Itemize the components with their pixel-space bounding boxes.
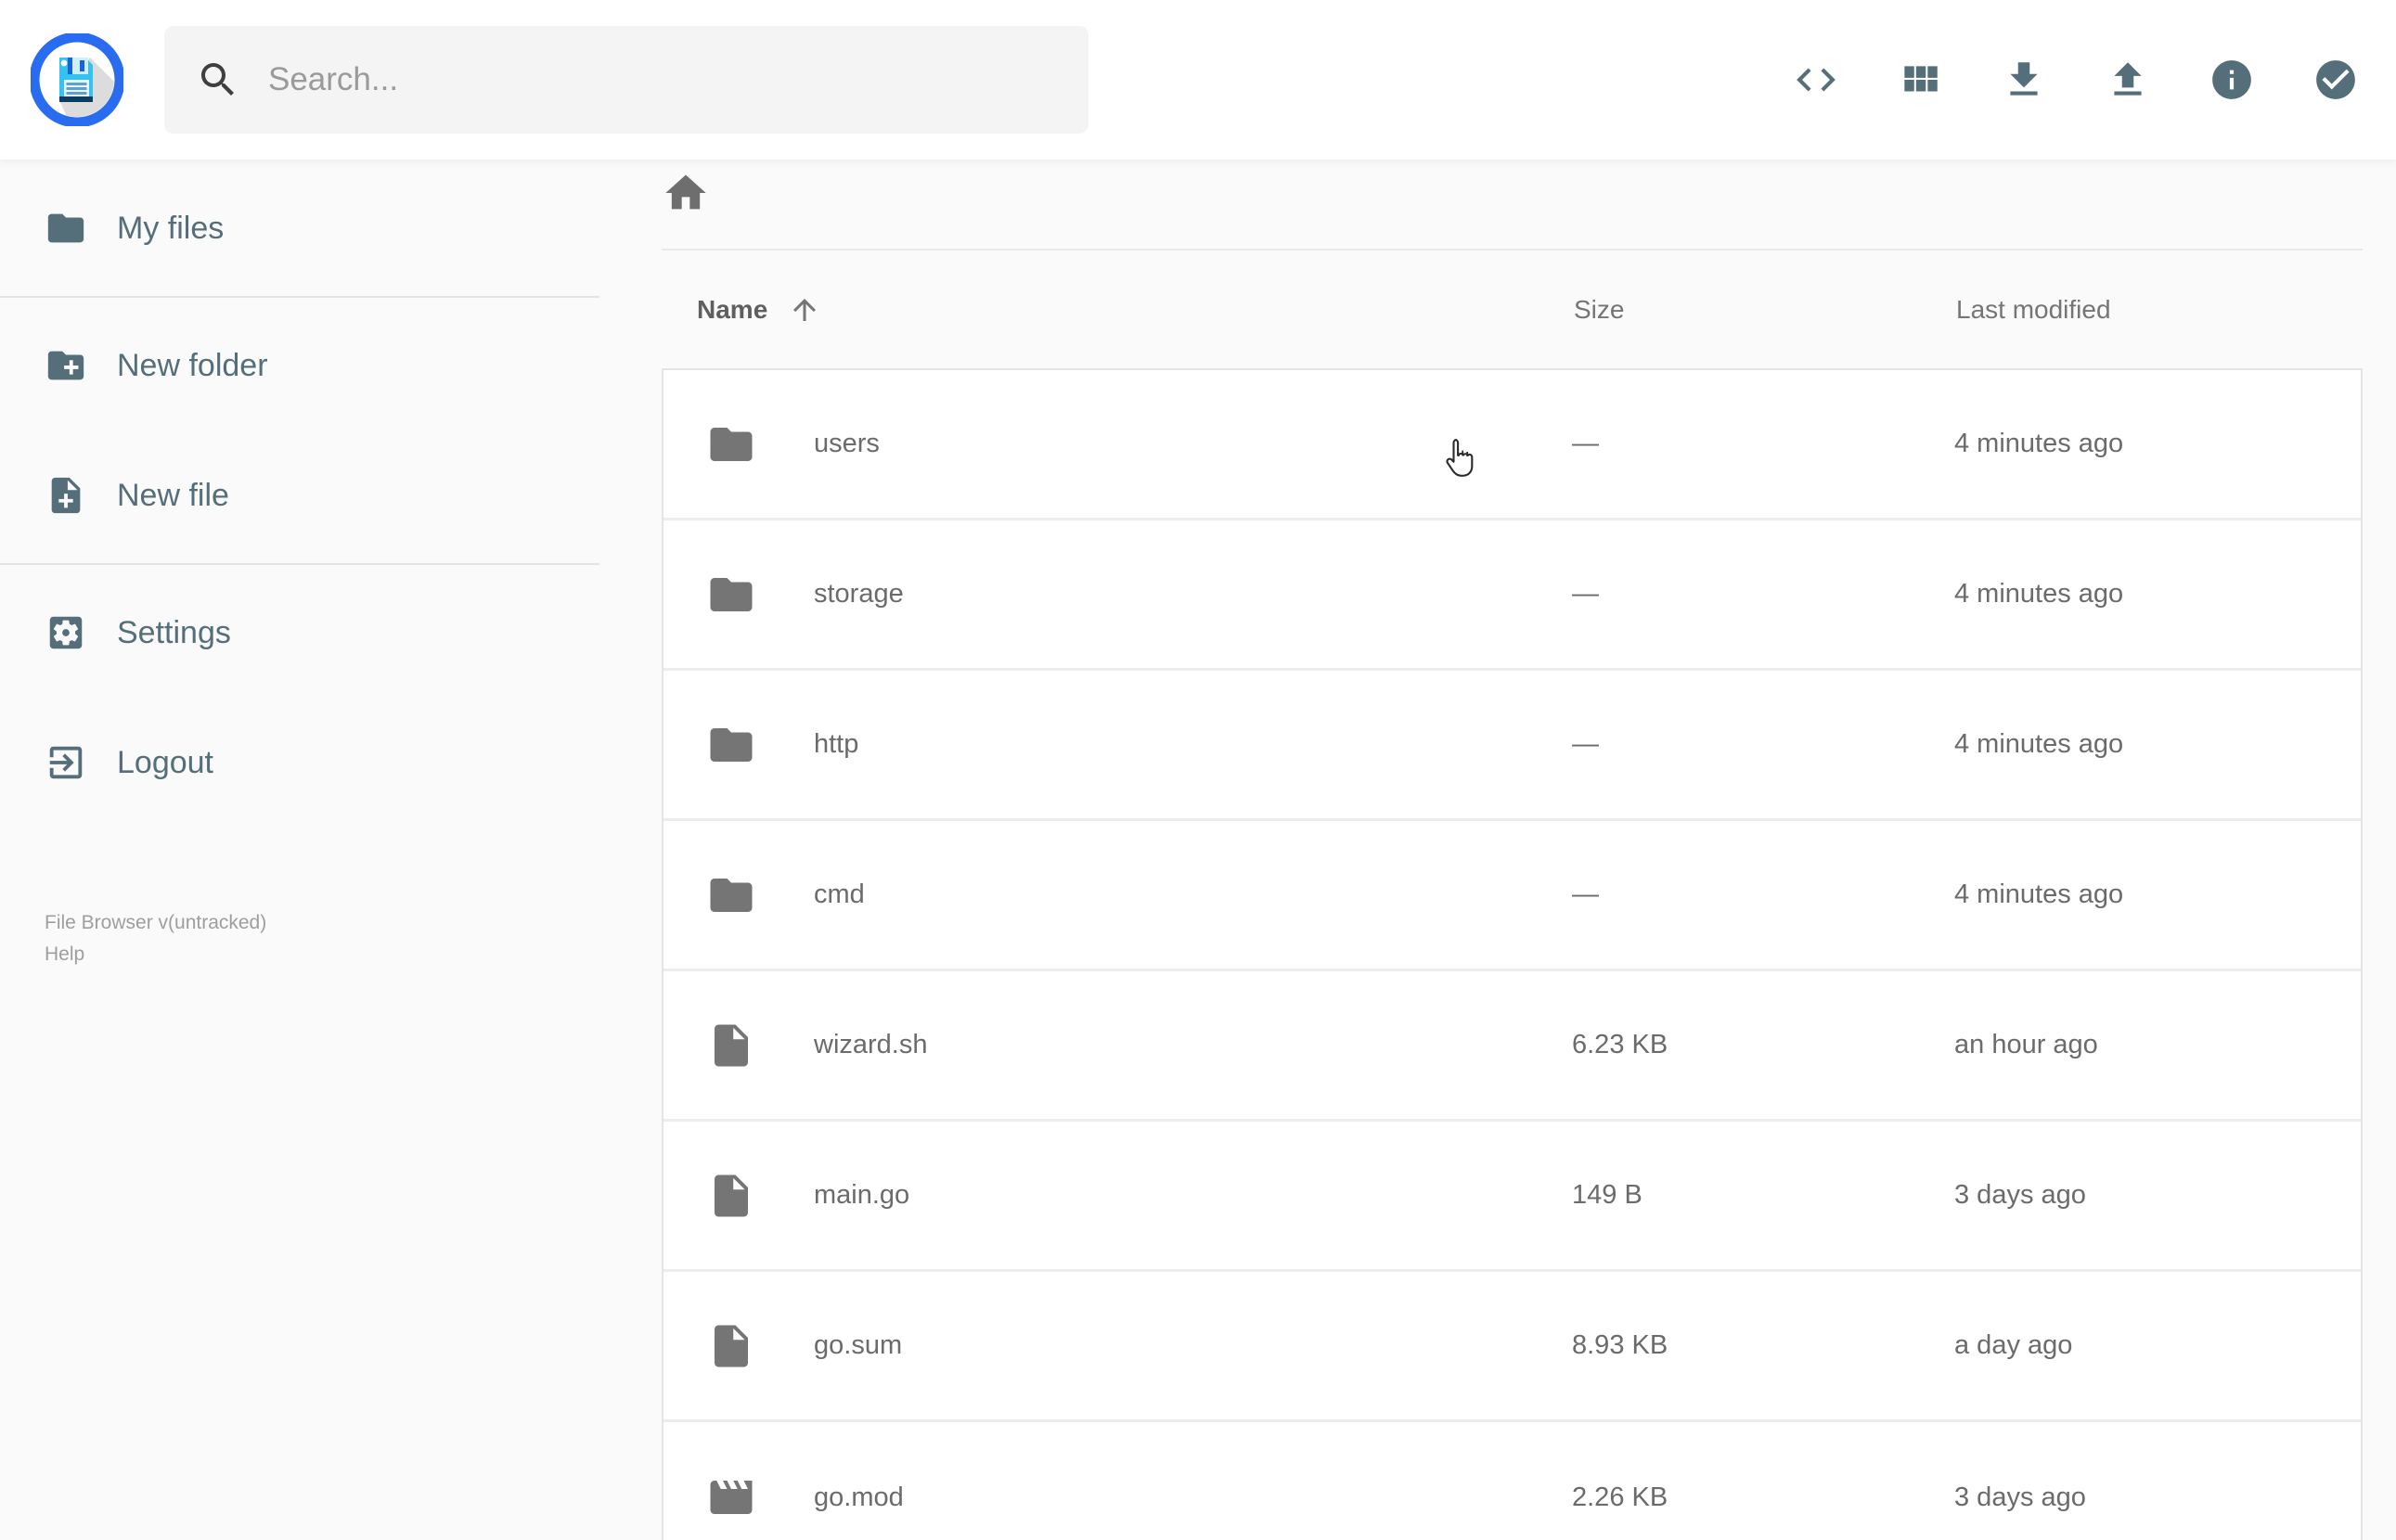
file-row[interactable]: cmd — 4 minutes ago <box>663 821 2361 971</box>
file-size: 8.93 KB <box>1572 1330 1668 1360</box>
file-row[interactable]: wizard.sh 6.23 KB an hour ago <box>663 971 2361 1122</box>
breadcrumb <box>662 160 2363 250</box>
column-header-modified[interactable]: Last modified <box>1951 295 2363 325</box>
file-row[interactable]: http — 4 minutes ago <box>663 671 2361 821</box>
search-icon <box>201 63 234 96</box>
sidebar-item-logout[interactable]: Logout <box>0 698 609 828</box>
download-icon <box>2010 62 2038 96</box>
search-input[interactable]: Search... <box>164 26 1089 134</box>
select-multiple-button[interactable] <box>2311 55 2361 105</box>
file-icon <box>715 1024 748 1066</box>
file-modified: 4 minutes ago <box>1954 429 2124 458</box>
search-placeholder: Search... <box>268 61 399 97</box>
folder-icon <box>710 577 753 611</box>
code-button[interactable] <box>1791 55 1841 105</box>
sidebar-divider <box>0 296 599 298</box>
file-name: wizard.sh <box>814 1030 928 1059</box>
file-modified: 4 minutes ago <box>1954 579 2124 609</box>
check-circle-icon <box>2316 60 2355 99</box>
file-icon <box>715 1325 748 1367</box>
sort-ascending-icon <box>793 298 817 321</box>
settings-icon <box>49 616 83 649</box>
breadcrumb-home-button[interactable] <box>662 169 710 220</box>
file-modified: 3 days ago <box>1954 1482 2086 1512</box>
sidebar-item-label: My files <box>117 210 225 246</box>
file-row[interactable]: main.go 149 B 3 days ago <box>663 1122 2361 1272</box>
info-button[interactable] <box>2207 55 2257 105</box>
file-size: — <box>1572 429 1599 458</box>
file-modified: an hour ago <box>1954 1030 2098 1059</box>
new-file-icon <box>51 477 81 514</box>
movie-icon <box>710 1481 753 1514</box>
sidebar-item-label: New file <box>117 477 229 513</box>
main-content: Name Size Last modified users — 4 minute… <box>609 160 2396 1540</box>
column-name-label: Name <box>697 294 768 324</box>
download-button[interactable] <box>1999 55 2049 105</box>
file-name: http <box>814 729 859 759</box>
sidebar-item-my-files[interactable]: My files <box>0 163 609 293</box>
file-modified: 4 minutes ago <box>1954 879 2124 909</box>
code-icon <box>1797 68 1836 92</box>
file-size: — <box>1572 729 1599 759</box>
grid-view-icon <box>1904 66 1938 92</box>
file-size: 149 B <box>1572 1180 1642 1210</box>
help-link[interactable]: Help <box>45 939 609 970</box>
floppy-disk-logo-icon <box>29 32 125 128</box>
sidebar-item-settings[interactable]: Settings <box>0 568 609 698</box>
folder-icon <box>710 427 753 461</box>
file-modified: 3 days ago <box>1954 1180 2086 1210</box>
column-header-size[interactable]: Size <box>1553 295 1951 325</box>
file-name: go.sum <box>814 1330 903 1360</box>
sidebar: My files New folder New file Settings Lo… <box>0 160 609 1540</box>
sidebar-item-label: Settings <box>117 614 231 650</box>
file-row[interactable]: go.sum 8.93 KB a day ago <box>663 1272 2361 1422</box>
page-body: My files New folder New file Settings Lo… <box>0 160 2396 1540</box>
header-actions <box>1791 55 2361 105</box>
sidebar-item-new-file[interactable]: New file <box>0 430 609 560</box>
file-row[interactable]: go.mod 2.26 KB 3 days ago <box>663 1422 2361 1540</box>
file-size: — <box>1572 879 1599 909</box>
listing-header: Name Size Last modified <box>662 250 2363 368</box>
file-size: — <box>1572 579 1599 609</box>
folder-icon <box>710 878 753 912</box>
file-size: 2.26 KB <box>1572 1482 1668 1512</box>
file-size: 6.23 KB <box>1572 1030 1668 1059</box>
sidebar-footer: File Browser v(untracked) Help <box>0 907 609 970</box>
file-row[interactable]: storage — 4 minutes ago <box>663 520 2361 671</box>
file-name: go.mod <box>814 1482 904 1512</box>
folder-icon <box>710 727 753 762</box>
upload-button[interactable] <box>2103 55 2153 105</box>
file-name: cmd <box>814 879 865 909</box>
new-folder-icon <box>47 351 84 380</box>
folder-icon <box>47 213 84 243</box>
switch-view-button[interactable] <box>1895 55 1945 105</box>
sidebar-item-label: New folder <box>117 347 268 383</box>
sidebar-divider <box>0 563 599 565</box>
file-name: storage <box>814 579 904 609</box>
file-name: main.go <box>814 1180 910 1210</box>
column-header-name[interactable]: Name <box>662 293 1553 327</box>
file-icon <box>715 1174 748 1216</box>
filebrowser-logo <box>29 32 125 128</box>
sidebar-item-label: Logout <box>117 744 213 780</box>
file-modified: 4 minutes ago <box>1954 729 2124 759</box>
home-icon <box>665 174 706 210</box>
file-name: users <box>814 429 880 458</box>
sidebar-item-new-folder[interactable]: New folder <box>0 301 609 430</box>
file-row[interactable]: users — 4 minutes ago <box>663 370 2361 520</box>
logout-icon <box>49 746 83 779</box>
app-header: Search... <box>0 0 2396 160</box>
upload-icon <box>2114 62 2142 96</box>
file-listing: users — 4 minutes ago storage — 4 minute… <box>662 368 2363 1540</box>
file-modified: a day ago <box>1954 1330 2073 1360</box>
version-text: File Browser v(untracked) <box>45 912 267 933</box>
info-icon <box>2212 60 2251 99</box>
